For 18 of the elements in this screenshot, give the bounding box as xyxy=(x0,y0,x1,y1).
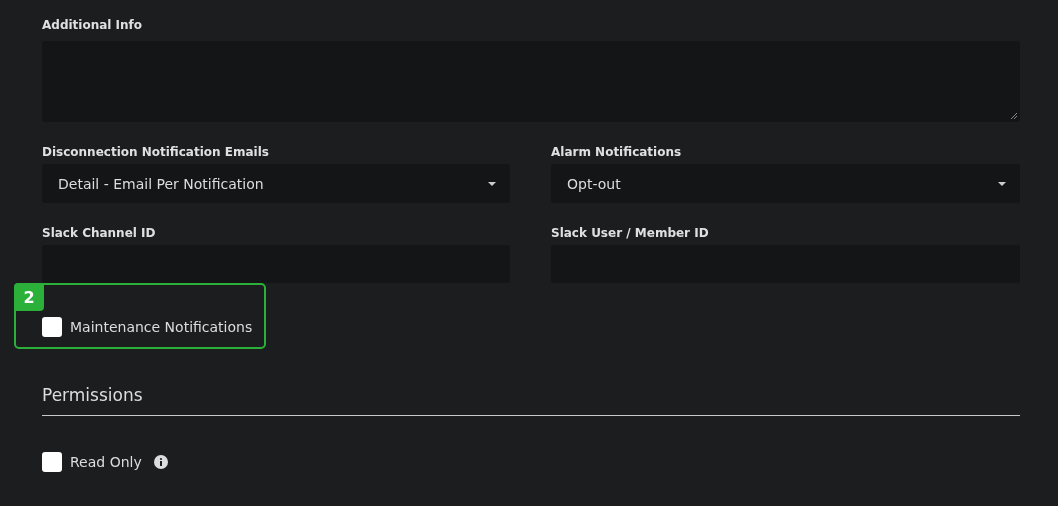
section-heading: Permissions xyxy=(42,385,1020,416)
resize-handle-icon[interactable] xyxy=(1010,112,1018,120)
checkbox-label: Read Only xyxy=(70,454,142,470)
field-label: Additional Info xyxy=(42,17,143,33)
caret-icon xyxy=(998,181,1006,186)
checkbox-label: Maintenance Notifications xyxy=(70,319,253,335)
input-field[interactable] xyxy=(42,245,510,283)
field-label: Disconnection Notification Emails xyxy=(42,144,269,160)
select-field[interactable]: Detail - Email Per Notification xyxy=(42,164,510,203)
field-label: Alarm Notifications xyxy=(551,144,682,160)
info-icon[interactable] xyxy=(153,455,168,469)
caret-icon xyxy=(488,181,496,186)
checkbox[interactable] xyxy=(42,317,62,337)
checkbox[interactable] xyxy=(42,452,62,472)
field-label: Slack Channel ID xyxy=(42,225,156,241)
field-label: Slack User / Member ID xyxy=(551,225,709,241)
select-field[interactable]: Opt-out xyxy=(551,164,1020,203)
step-badge: 2 xyxy=(14,283,44,311)
